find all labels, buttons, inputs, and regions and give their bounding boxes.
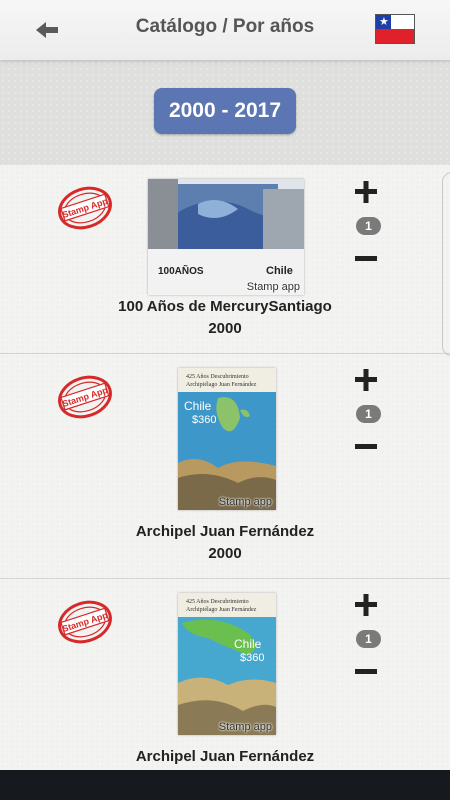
watermark: Stamp app	[218, 496, 272, 508]
system-nav-bar	[0, 770, 450, 800]
stamp-name: Archipel Juan Fernández	[135, 748, 315, 765]
plus-icon[interactable]	[352, 178, 380, 206]
year-range-button[interactable]: 2000 - 2017	[154, 88, 296, 134]
stamp-app-seal-icon: Stamp App	[58, 186, 112, 230]
stamp-app-seal-icon: Stamp App	[58, 600, 112, 644]
watermark: Stamp app	[246, 281, 300, 293]
count-badge: 1	[356, 405, 381, 423]
svg-text:$360: $360	[240, 652, 264, 664]
svg-text:425 Años Descubrimiento: 425 Años Descubrimiento	[186, 599, 249, 605]
stamp-card[interactable]: Stamp App 100AÑOS Chile Stamp app 100 Añ…	[0, 165, 450, 354]
svg-text:425 Años Descubrimiento: 425 Años Descubrimiento	[186, 374, 249, 380]
svg-text:Chile: Chile	[184, 399, 212, 413]
stamp-app-seal-icon: Stamp App	[58, 375, 112, 419]
stamp-year: 2000	[208, 320, 242, 337]
minus-icon[interactable]	[352, 433, 380, 461]
watermark: Stamp app	[218, 721, 272, 733]
app-header: Catálogo / Por años ★	[0, 0, 450, 60]
stamp-image[interactable]: 425 Años Descubrimiento Archipiélago Jua…	[178, 593, 276, 735]
stamp-image[interactable]: 425 Años Descubrimiento Archipiélago Jua…	[178, 368, 276, 510]
stamp-card[interactable]: Stamp App 425 Años Descubrimiento Archip…	[0, 579, 450, 770]
count-badge: 1	[356, 630, 381, 648]
chile-flag-icon[interactable]: ★	[375, 14, 415, 44]
plus-icon[interactable]	[352, 366, 380, 394]
svg-text:Chile: Chile	[234, 637, 262, 651]
stamp-name: 100 Años de MercurySantiago	[118, 298, 332, 315]
scroll-indicator[interactable]	[442, 172, 450, 356]
minus-icon[interactable]	[352, 658, 380, 686]
svg-text:Archipiélago Juan Fernández: Archipiélago Juan Fernández	[186, 607, 257, 613]
stamp-list: Stamp App 100AÑOS Chile Stamp app 100 Añ…	[0, 165, 450, 770]
stamp-name: Archipel Juan Fernández	[135, 523, 315, 540]
plus-icon[interactable]	[352, 591, 380, 619]
svg-text:100AÑOS: 100AÑOS	[158, 264, 204, 277]
stamp-year: 2000	[208, 545, 242, 562]
svg-text:$360: $360	[192, 414, 216, 426]
svg-text:Archipiélago Juan Fernández: Archipiélago Juan Fernández	[186, 382, 257, 388]
minus-icon[interactable]	[352, 245, 380, 273]
stamp-card[interactable]: Stamp App 425 Años Descubrimiento Archip…	[0, 354, 450, 579]
svg-text:Chile: Chile	[266, 265, 293, 277]
stamp-image[interactable]: 100AÑOS Chile Stamp app	[148, 179, 304, 295]
count-badge: 1	[356, 217, 381, 235]
